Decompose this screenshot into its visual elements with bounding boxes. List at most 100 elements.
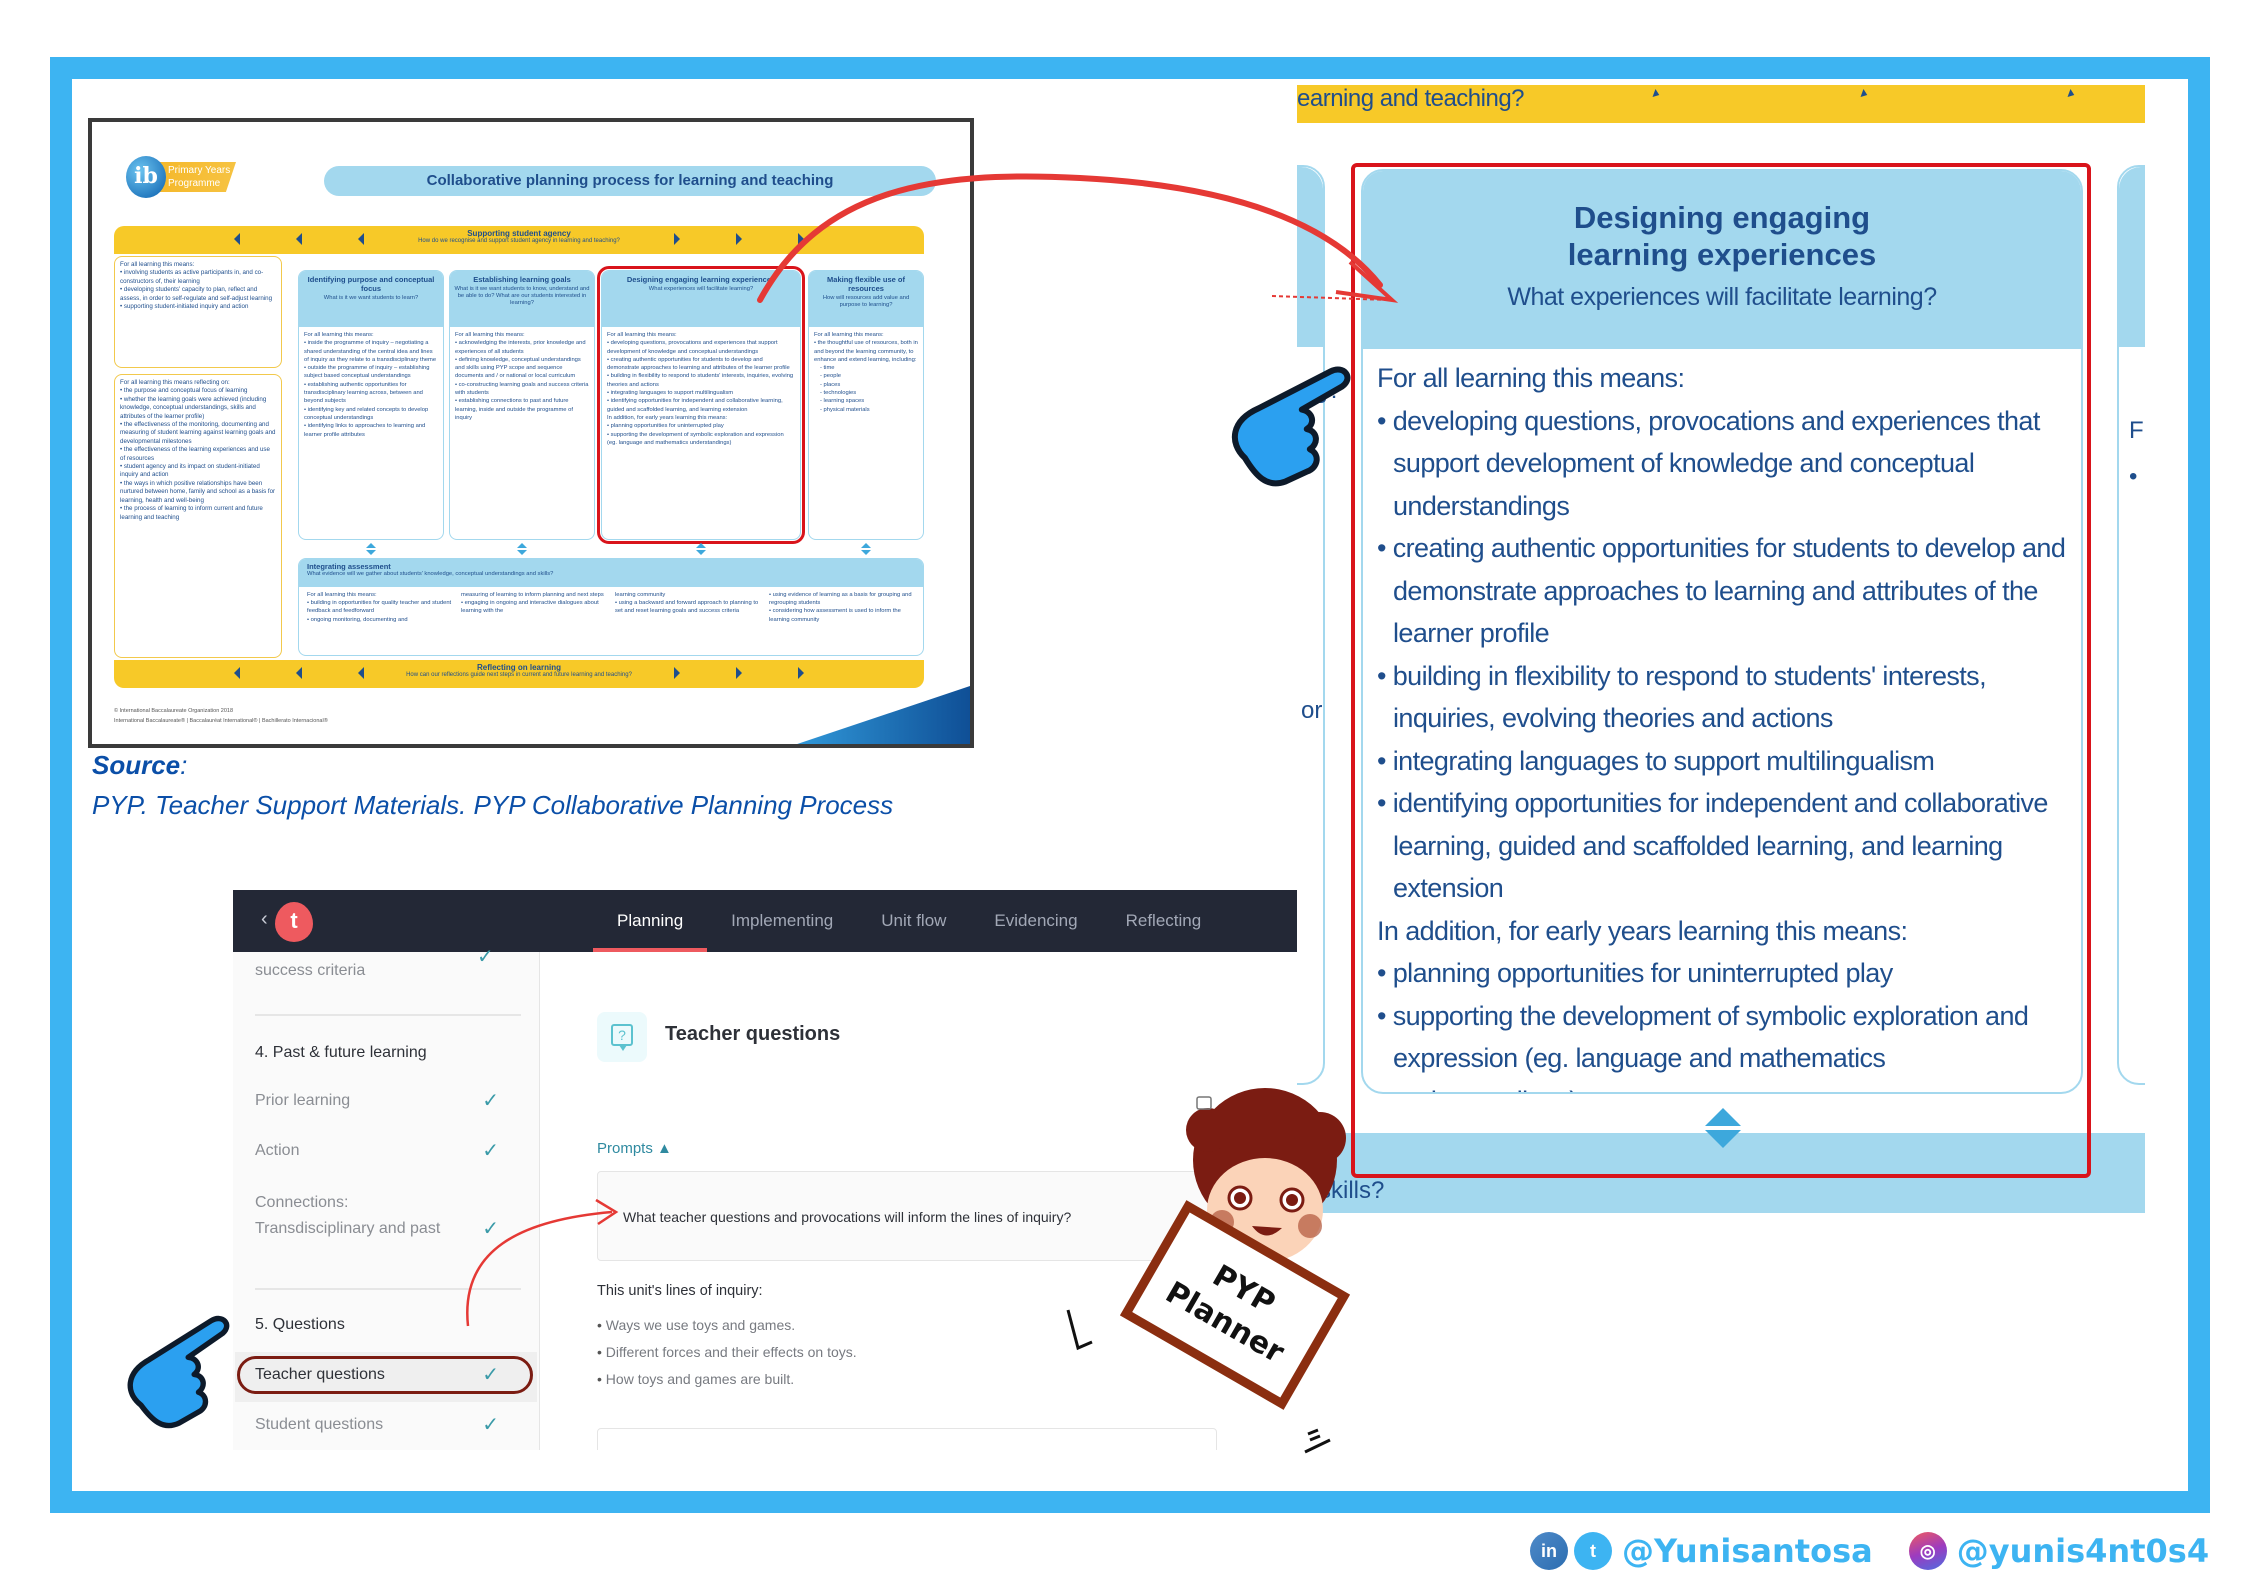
sidebar-item-prior-learning[interactable]: Prior learning ✓ xyxy=(255,1088,521,1114)
column-item: inside the programme of inquiry – negoti… xyxy=(304,339,438,364)
text-fragment: skills? xyxy=(1319,1177,1385,1204)
lines-of-inquiry-list: Ways we use toys and games. Different fo… xyxy=(597,1312,857,1393)
arrow-right-icon xyxy=(2067,89,2077,97)
integrating-assessment: Integrating assessment What evidence wil… xyxy=(298,558,924,656)
reflect-item: the process of learning to inform curren… xyxy=(120,505,276,522)
line-of-inquiry: Different forces and their effects on to… xyxy=(597,1339,857,1366)
column-subitem: people xyxy=(820,372,918,380)
assessment-title: Integrating assessment xyxy=(307,562,391,571)
double-arrow-icon xyxy=(861,543,871,555)
column-item: supporting the development of symbolic e… xyxy=(607,431,795,448)
tab-reflecting[interactable]: Reflecting xyxy=(1102,890,1226,952)
sidebar-item-teacher-questions[interactable]: Teacher questions ✓ xyxy=(255,1362,521,1388)
sidebar-item-label: Connections: Transdisciplinary and past xyxy=(255,1194,441,1237)
response-editor[interactable] xyxy=(597,1428,1217,1450)
stage-tabs: Planning Implementing Unit flow Evidenci… xyxy=(593,890,1225,952)
column-designing-highlighted: Designing engaging learning experiences … xyxy=(597,266,805,544)
instagram-handle[interactable]: @yunis4nt0s4 xyxy=(1957,1532,2209,1570)
highlight-box xyxy=(1351,163,2091,1178)
arrow-right-icon xyxy=(1860,89,1870,97)
assessment-item: • building in opportunities for quality … xyxy=(307,600,452,615)
column-item: creating authentic opportunities for stu… xyxy=(607,356,795,373)
agency-item: developing students' capacity to plan, r… xyxy=(120,286,276,303)
arrow-left-icon xyxy=(358,667,364,679)
reflect-item: student agency and its impact on student… xyxy=(120,463,276,480)
sidebar-item-connections[interactable]: Connections: Transdisciplinary and past … xyxy=(255,1190,499,1242)
reflect-item: the ways in which positive relationships… xyxy=(120,480,276,505)
ib-document-title: Collaborative planning process for learn… xyxy=(324,166,936,196)
column-subitem: learning spaces xyxy=(820,397,918,405)
column-intro: For all learning this means: xyxy=(814,332,884,338)
column-purpose: Identifying purpose and conceptual focus… xyxy=(298,270,444,540)
reflect-item: the effectiveness of the monitoring, doc… xyxy=(120,421,276,446)
sidebar-section-questions: 5. Questions xyxy=(255,1316,345,1333)
copyright: © International Baccalaureate Organizati… xyxy=(114,708,234,714)
arrow-left-icon xyxy=(234,667,240,679)
double-arrow-icon xyxy=(696,543,706,555)
assessment-item: • using evidence of learning as a basis … xyxy=(769,592,912,607)
tab-unit-flow[interactable]: Unit flow xyxy=(857,890,970,952)
prompts-toggle[interactable]: Prompts ▲ xyxy=(597,1140,672,1157)
arrow-right-icon xyxy=(798,667,804,679)
column-goals: Establishing learning goals What is it w… xyxy=(449,270,595,540)
text-fragment: ng? xyxy=(1301,377,1342,404)
check-icon: ✓ xyxy=(482,1414,499,1436)
column-intro: For all learning this means: xyxy=(455,332,525,338)
instagram-icon[interactable]: ◎ xyxy=(1908,1532,1947,1570)
column-subitem: time xyxy=(820,364,918,372)
agency-intro: For all learning this means: xyxy=(120,261,195,268)
social-footer: in t @Yunisantosa ◎ @yunis4nt0s4 xyxy=(1530,1528,2209,1574)
back-chevron-icon[interactable]: ‹ xyxy=(261,908,268,931)
zoomed-column-panel: earning and teaching? ng? or F • Designi… xyxy=(1297,85,2145,1213)
column-item: identifying opportunities for independen… xyxy=(607,397,795,414)
prompt-text: What teacher questions and provocations … xyxy=(623,1209,1072,1225)
sidebar-item-label: Teacher questions xyxy=(255,1366,385,1383)
app-topbar: ‹ t Planning Implementing Unit flow Evid… xyxy=(233,890,1297,952)
zoomed-band: earning and teaching? xyxy=(1297,85,2145,123)
column-item: defining knowledge, conceptual understan… xyxy=(455,356,589,381)
arrow-left-icon xyxy=(234,233,240,245)
tab-implementing[interactable]: Implementing xyxy=(707,890,857,952)
reflecting-band: Reflecting on learning How can our refle… xyxy=(114,660,924,688)
band-fragment: earning and teaching? xyxy=(1297,85,1525,112)
column-title: Identifying purpose and conceptual focus xyxy=(307,275,435,293)
source-label: Source: xyxy=(92,750,188,780)
column-item: co-constructing learning goals and succe… xyxy=(455,381,589,398)
page-title: Teacher questions xyxy=(665,1023,841,1045)
sidebar-section-past-future: 4. Past & future learning xyxy=(255,1044,427,1061)
reflect-item: the effectiveness of the learning experi… xyxy=(120,446,276,463)
trademarks: International Baccalaureate® | Baccalaur… xyxy=(114,718,328,724)
tab-planning[interactable]: Planning xyxy=(593,890,708,952)
assessment-item: • using a backward and forward approach … xyxy=(615,600,759,615)
column-item: establishing connections to past and fut… xyxy=(455,397,589,422)
ib-swoosh-graphic xyxy=(797,686,970,744)
reflect-intro: For all learning this means reflecting o… xyxy=(120,379,230,386)
reflecting-box: For all learning this means reflecting o… xyxy=(114,374,282,658)
linkedin-icon[interactable]: in xyxy=(1530,1532,1568,1570)
assessment-item: • considering how assessment is used to … xyxy=(769,608,901,623)
arrow-right-icon xyxy=(674,667,680,679)
column-title: Establishing learning goals xyxy=(473,275,571,284)
column-item: acknowledging the interests, prior knowl… xyxy=(455,339,589,356)
double-arrow-icon xyxy=(366,543,376,555)
sidebar-item-student-questions[interactable]: Student questions ✓ xyxy=(255,1412,521,1438)
column-subitem: technologies xyxy=(820,389,918,397)
adjacent-column-left: ng? or xyxy=(1297,165,1341,1085)
sidebar-item-action[interactable]: Action ✓ xyxy=(255,1138,521,1164)
check-icon: ✓ xyxy=(482,1090,499,1112)
sidebar-item-label: Action xyxy=(255,1142,300,1159)
twitter-icon[interactable]: t xyxy=(1574,1532,1612,1570)
arrow-right-icon xyxy=(674,233,680,245)
sidebar-item-success-criteria[interactable]: success criteria xyxy=(255,958,521,984)
column-subitem: physical materials xyxy=(820,406,918,414)
app-logo[interactable]: t xyxy=(275,902,313,942)
arrow-right-icon xyxy=(736,667,742,679)
assessment-question: What evidence will we gather about stude… xyxy=(307,571,554,577)
divider xyxy=(255,1014,521,1016)
tab-evidencing[interactable]: Evidencing xyxy=(970,890,1101,952)
arrow-right-icon xyxy=(736,233,742,245)
social-handle[interactable]: @Yunisantosa xyxy=(1622,1532,1873,1570)
column-question: What is it we want students to know, und… xyxy=(454,286,590,306)
source-text: PYP. Teacher Support Materials. PYP Coll… xyxy=(92,790,894,820)
column-question: How will resources add value and purpose… xyxy=(822,295,910,308)
